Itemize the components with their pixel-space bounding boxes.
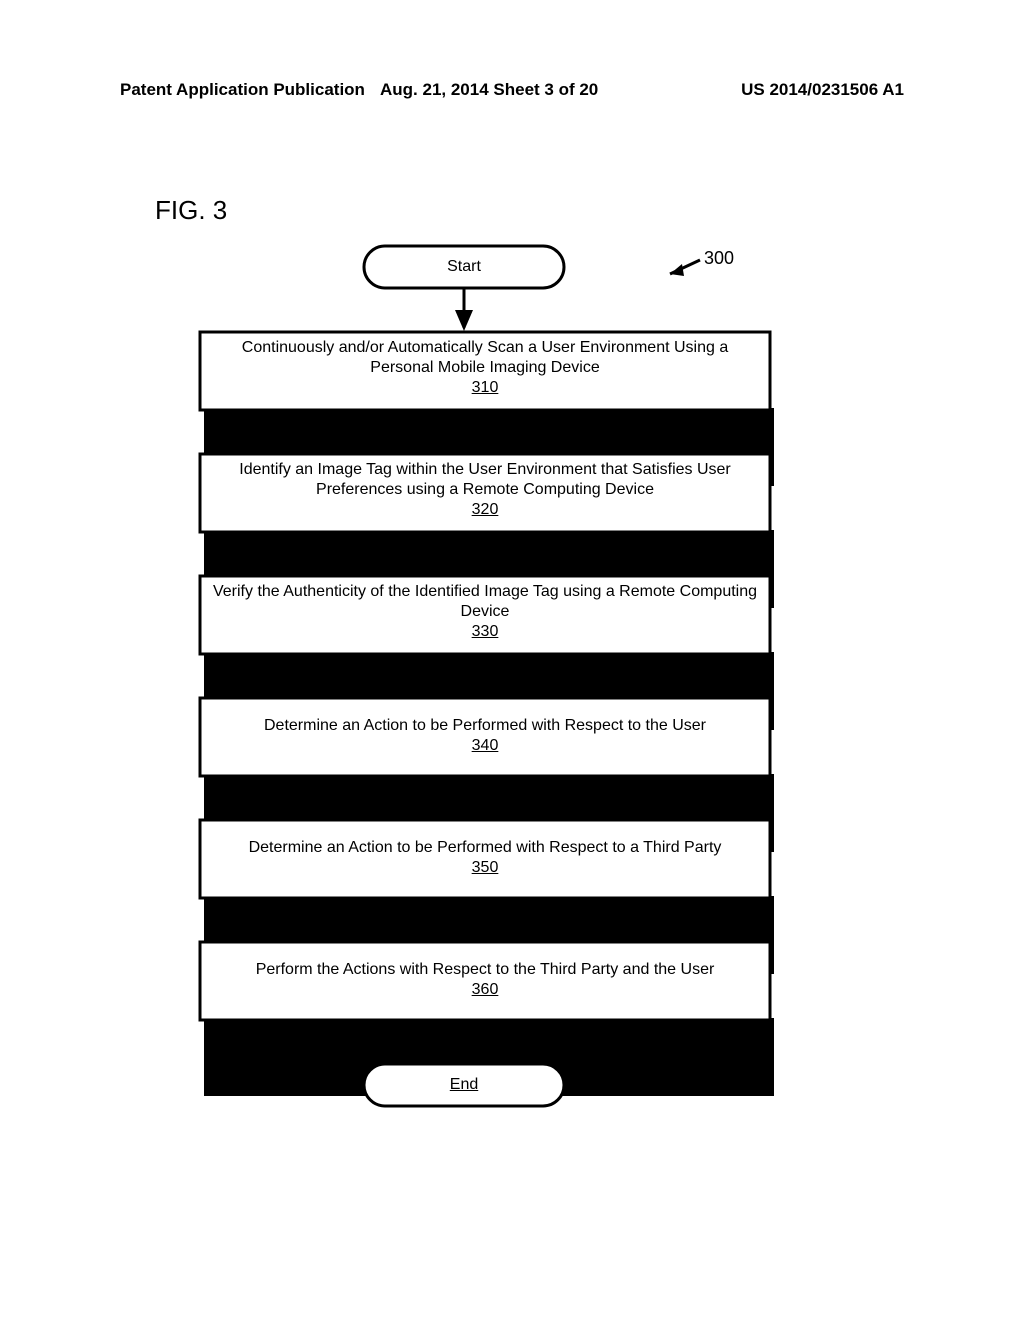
- step-320-ref: 320: [472, 501, 499, 518]
- step-330-desc: Verify the Authenticity of the Identifie…: [213, 583, 757, 620]
- step-340-text: Determine an Action to be Performed with…: [210, 716, 760, 756]
- flowchart-svg: [0, 0, 1024, 1320]
- start-label: Start: [414, 258, 514, 276]
- step-340-ref: 340: [472, 737, 499, 754]
- step-360-desc: Perform the Actions with Respect to the …: [256, 961, 715, 978]
- callout-300: 300: [704, 248, 734, 269]
- step-310-text: Continuously and/or Automatically Scan a…: [210, 338, 760, 398]
- step-330-text: Verify the Authenticity of the Identifie…: [210, 582, 760, 642]
- step-350-text: Determine an Action to be Performed with…: [210, 838, 760, 878]
- step-350-ref: 350: [472, 859, 499, 876]
- step-360-ref: 360: [472, 981, 499, 998]
- page: Patent Application Publication Aug. 21, …: [0, 0, 1024, 1320]
- step-310-desc: Continuously and/or Automatically Scan a…: [242, 339, 728, 376]
- step-340-desc: Determine an Action to be Performed with…: [264, 717, 706, 734]
- step-330-ref: 330: [472, 623, 499, 640]
- step-320-desc: Identify an Image Tag within the User En…: [239, 461, 731, 498]
- callout-arrow: [670, 260, 700, 276]
- step-360-text: Perform the Actions with Respect to the …: [210, 960, 760, 1000]
- step-350-desc: Determine an Action to be Performed with…: [249, 839, 722, 856]
- end-label: End: [414, 1076, 514, 1094]
- step-310-ref: 310: [472, 379, 499, 396]
- step-320-text: Identify an Image Tag within the User En…: [210, 460, 760, 520]
